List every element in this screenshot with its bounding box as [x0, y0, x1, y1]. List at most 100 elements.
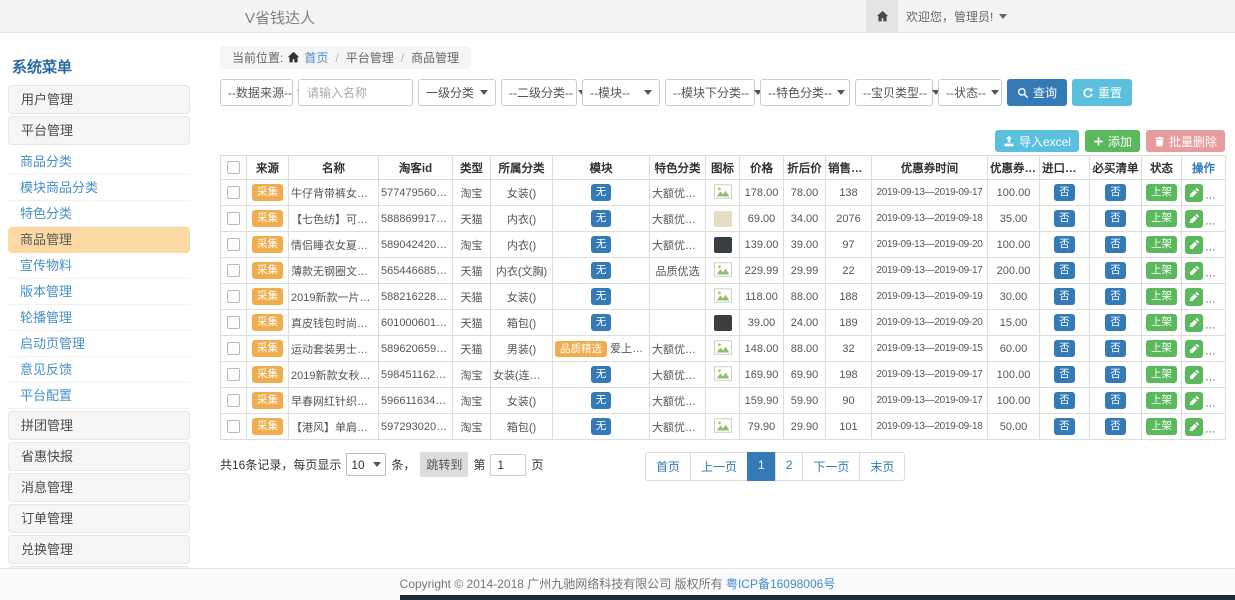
sidebar-subitem[interactable]: 意见反馈	[8, 357, 190, 383]
import-select-badge[interactable]: 否	[1054, 314, 1075, 331]
row-checkbox[interactable]	[227, 186, 240, 199]
row-checkbox[interactable]	[227, 420, 240, 433]
pager-next[interactable]: 下一页	[802, 452, 860, 481]
import-select-badge[interactable]: 否	[1054, 392, 1075, 409]
status-badge[interactable]: 上架	[1146, 392, 1177, 409]
pager-last[interactable]: 末页	[859, 452, 905, 481]
edit-button[interactable]	[1185, 262, 1203, 280]
must-buy-badge[interactable]: 否	[1105, 288, 1126, 305]
icp-link[interactable]: 粤ICP备16098006号	[726, 577, 835, 591]
row-checkbox[interactable]	[227, 238, 240, 251]
edit-button[interactable]	[1185, 288, 1203, 306]
filter-select[interactable]: --二级分类--	[501, 79, 577, 106]
breadcrumb-home-link[interactable]: 首页	[304, 49, 328, 66]
sidebar-subitem[interactable]: 启动页管理	[8, 331, 190, 357]
source-badge: 采集	[252, 288, 283, 305]
name-search-input[interactable]	[298, 79, 413, 106]
sidebar-item[interactable]: 省惠快报	[8, 442, 190, 471]
must-buy-badge[interactable]: 否	[1105, 314, 1126, 331]
sidebar-subitem[interactable]: 商品分类	[8, 149, 190, 175]
import-select-badge[interactable]: 否	[1054, 340, 1075, 357]
sidebar-subitem[interactable]: 宣传物料	[8, 253, 190, 279]
sidebar-item[interactable]: 拼团管理	[8, 411, 190, 440]
must-buy-badge[interactable]: 否	[1105, 366, 1126, 383]
status-badge[interactable]: 上架	[1146, 236, 1177, 253]
filter-select[interactable]: --特色分类--	[760, 79, 850, 106]
status-badge[interactable]: 上架	[1146, 340, 1177, 357]
add-button[interactable]: 添加	[1085, 130, 1140, 152]
status-badge[interactable]: 上架	[1146, 184, 1177, 201]
must-buy-badge[interactable]: 否	[1105, 340, 1126, 357]
edit-button[interactable]	[1185, 418, 1203, 436]
edit-button[interactable]	[1185, 236, 1203, 254]
must-buy-badge[interactable]: 否	[1105, 236, 1126, 253]
status-badge[interactable]: 上架	[1146, 210, 1177, 227]
import-select-badge[interactable]: 否	[1054, 262, 1075, 279]
edit-button[interactable]	[1185, 366, 1203, 384]
sidebar-item[interactable]: 订单管理	[8, 504, 190, 533]
pager-page[interactable]: 1	[747, 452, 776, 481]
pager-prev[interactable]: 上一页	[690, 452, 748, 481]
must-buy-badge[interactable]: 否	[1105, 210, 1126, 227]
sidebar-item[interactable]: 兑换管理	[8, 535, 190, 564]
filter-select-data-source[interactable]: --数据来源--	[220, 79, 293, 106]
row-checkbox[interactable]	[227, 212, 240, 225]
filter-select[interactable]: --状态--	[938, 79, 1002, 106]
pager-page[interactable]: 2	[775, 452, 804, 481]
page-number-input[interactable]	[490, 454, 526, 476]
import-select-badge[interactable]: 否	[1054, 236, 1075, 253]
jump-button[interactable]: 跳转到	[420, 452, 468, 477]
import-select-badge[interactable]: 否	[1054, 184, 1075, 201]
select-value: 一级分类	[426, 84, 474, 101]
status-badge[interactable]: 上架	[1146, 288, 1177, 305]
filter-select[interactable]: --模块下分类--	[665, 79, 755, 106]
import-excel-button[interactable]: 导入excel	[995, 130, 1079, 152]
row-checkbox[interactable]	[227, 290, 240, 303]
row-checkbox[interactable]	[227, 368, 240, 381]
row-checkbox[interactable]	[227, 316, 240, 329]
status-badge[interactable]: 上架	[1146, 418, 1177, 435]
pager-first[interactable]: 首页	[645, 452, 691, 481]
sidebar-subitem-active[interactable]: 商品管理	[8, 227, 190, 253]
batch-delete-button[interactable]: 批量删除	[1146, 130, 1225, 152]
sidebar-item[interactable]: 平台管理	[8, 116, 190, 145]
status-badge[interactable]: 上架	[1146, 262, 1177, 279]
sidebar-subitem[interactable]: 模块商品分类	[8, 175, 190, 201]
filter-select[interactable]: --宝贝类型--	[855, 79, 933, 106]
row-checkbox[interactable]	[227, 342, 240, 355]
status-badge[interactable]: 上架	[1146, 314, 1177, 331]
edit-button[interactable]	[1185, 184, 1203, 202]
home-button[interactable]	[866, 0, 898, 32]
import-select-badge[interactable]: 否	[1054, 210, 1075, 227]
sidebar-item[interactable]: 用户管理	[8, 85, 190, 114]
status-cell: 上架	[1142, 362, 1182, 388]
sidebar-subitem[interactable]: 特色分类	[8, 201, 190, 227]
user-menu[interactable]: 欢迎您，管理员!	[906, 0, 1007, 32]
per-page-select[interactable]: 10	[346, 453, 386, 476]
must-buy-badge[interactable]: 否	[1105, 184, 1126, 201]
must-buy-badge[interactable]: 否	[1105, 418, 1126, 435]
edit-button[interactable]	[1185, 210, 1203, 228]
edit-button[interactable]	[1185, 392, 1203, 410]
must-buy-badge[interactable]: 否	[1105, 392, 1126, 409]
edit-button[interactable]	[1185, 314, 1203, 332]
sidebar-subitem[interactable]: 版本管理	[8, 279, 190, 305]
filter-select[interactable]: 一级分类	[418, 79, 496, 106]
coupon-time-cell: 2019-09-13—2019-09-18	[872, 414, 988, 440]
filter-select[interactable]: --模块--	[582, 79, 660, 106]
edit-button[interactable]	[1185, 340, 1203, 358]
must-buy-badge[interactable]: 否	[1105, 262, 1126, 279]
reset-button[interactable]: 重置	[1072, 79, 1132, 106]
sidebar-item[interactable]: 消息管理	[8, 473, 190, 502]
import-select-badge[interactable]: 否	[1054, 366, 1075, 383]
row-checkbox[interactable]	[227, 264, 240, 277]
select-all-checkbox[interactable]	[227, 161, 240, 174]
module-cell: 无	[553, 258, 650, 284]
import-select-badge[interactable]: 否	[1054, 418, 1075, 435]
sidebar-subitem[interactable]: 轮播管理	[8, 305, 190, 331]
row-checkbox[interactable]	[227, 394, 240, 407]
status-badge[interactable]: 上架	[1146, 366, 1177, 383]
search-button[interactable]: 查询	[1007, 79, 1067, 106]
sidebar-subitem[interactable]: 平台配置	[8, 383, 190, 409]
import-select-badge[interactable]: 否	[1054, 288, 1075, 305]
